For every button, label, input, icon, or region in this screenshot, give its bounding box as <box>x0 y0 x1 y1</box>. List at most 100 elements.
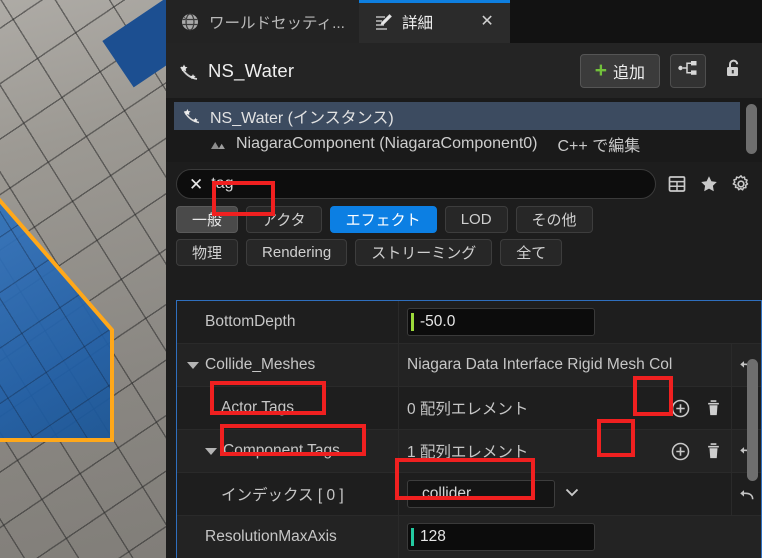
plus-circle-icon[interactable] <box>668 439 692 463</box>
property-value-resolution-max-axis: 128 <box>399 516 761 558</box>
filter-row-primary: 一般 アクタ エフェクト LOD その他 <box>166 206 762 239</box>
page-title: NS_Water <box>208 59 295 81</box>
tree-row-instance-label: NS_Water (インスタンス) <box>210 110 394 127</box>
lock-button[interactable] <box>716 54 750 88</box>
table-row[interactable]: Actor Tags 0 配列エレメント <box>177 387 761 430</box>
filter-chip-general-label: 一般 <box>192 212 223 229</box>
details-header: NS_Water + 追加 <box>166 43 762 98</box>
filter-row-secondary: 物理 Rendering ストリーミング 全て <box>166 239 762 272</box>
filter-chip-misc[interactable]: その他 <box>515 206 593 233</box>
tree-row-instance[interactable]: NS_Water (インスタンス) <box>174 102 740 130</box>
property-name-component-tags[interactable]: Component Tags <box>177 430 399 472</box>
filter-chip-physics-label: 物理 <box>192 245 223 262</box>
actor-tags-count: 0 配列エレメント <box>407 401 529 418</box>
property-name-actor-tags: Actor Tags <box>177 387 399 429</box>
table-view-icon[interactable] <box>666 173 688 195</box>
filter-chip-lod[interactable]: LOD <box>444 206 508 233</box>
filter-chip-effects-label: エフェクト <box>345 212 421 229</box>
tree-row-component-label: NiagaraComponent (NiagaraComponent0) <box>236 135 538 152</box>
component-tags-row-icons <box>668 439 731 463</box>
chevron-down-icon[interactable] <box>205 447 217 455</box>
property-name-bottomdepth: BottomDepth <box>177 301 399 343</box>
search-row: ✕ tag <box>166 162 762 206</box>
table-row[interactable]: BottomDepth -50.0 <box>177 301 761 344</box>
property-label: ResolutionMaxAxis <box>205 528 337 545</box>
property-label: インデックス [ 0 ] <box>221 487 344 504</box>
filter-chip-lod-label: LOD <box>460 211 492 228</box>
search-input[interactable]: ✕ tag <box>176 169 656 199</box>
unlock-icon <box>722 57 744 84</box>
table-row[interactable]: Collide_Meshes Niagara Data Interface Ri… <box>177 344 761 387</box>
component-tags-count: 1 配列エレメント <box>407 444 529 461</box>
trash-icon[interactable] <box>701 396 725 420</box>
filter-chip-physics[interactable]: 物理 <box>176 239 239 266</box>
filter-chip-general[interactable]: 一般 <box>176 206 239 233</box>
actor-tags-row-icons <box>668 396 731 420</box>
filter-chip-all[interactable]: 全て <box>500 239 563 266</box>
filter-chip-actor-label: アクタ <box>262 212 306 229</box>
plus-circle-icon[interactable] <box>668 396 692 420</box>
add-button[interactable]: + 追加 <box>579 53 660 88</box>
chevron-down-icon[interactable] <box>187 361 199 369</box>
collider-tag-value: collider <box>422 485 472 502</box>
table-row[interactable]: Component Tags 1 配列エレメント <box>177 430 761 473</box>
app-window: ワールドセッティ... 詳細 ✕ NS_Water + 追加 NS_Water … <box>0 0 762 558</box>
filter-chip-effects[interactable]: エフェクト <box>329 206 437 233</box>
property-label: Component Tags <box>223 442 340 459</box>
property-label: BottomDepth <box>205 313 296 330</box>
tab-world-settings[interactable]: ワールドセッティ... <box>166 0 359 43</box>
panel-tabbar: ワールドセッティ... 詳細 ✕ <box>166 0 762 43</box>
property-value-component-tags: 1 配列エレメント <box>399 430 731 472</box>
trash-icon[interactable] <box>701 439 725 463</box>
bottomdepth-value: -50.0 <box>420 313 456 330</box>
blueprint-hierarchy-button[interactable] <box>670 53 706 88</box>
table-row[interactable]: インデックス [ 0 ] collider <box>177 473 761 516</box>
globe-icon <box>180 12 200 32</box>
property-name-collide-meshes[interactable]: Collide_Meshes <box>177 344 399 386</box>
property-name-resolution-max-axis: ResolutionMaxAxis <box>177 516 399 558</box>
filter-chip-rendering-label: Rendering <box>262 244 332 261</box>
tab-details[interactable]: 詳細 ✕ <box>359 0 511 43</box>
plus-icon: + <box>594 59 607 82</box>
level-viewport[interactable] <box>0 0 166 558</box>
table-row[interactable]: ResolutionMaxAxis 128 <box>177 516 761 558</box>
tree-row-component[interactable]: NiagaraComponent (NiagaraComponent0) C++… <box>174 130 740 158</box>
close-icon[interactable]: ✕ <box>478 13 496 31</box>
filter-chip-streaming-label: ストリーミング <box>371 245 477 262</box>
filter-chip-actor[interactable]: アクタ <box>246 206 322 233</box>
chevron-down-icon[interactable] <box>563 483 581 505</box>
revert-icon[interactable] <box>731 473 761 515</box>
tab-world-settings-label: ワールドセッティ... <box>209 14 345 32</box>
filter-chip-misc-label: その他 <box>531 212 577 229</box>
tree-row-component-suffix: C++ で編集 <box>557 138 641 155</box>
component-tree[interactable]: NS_Water (インスタンス) NiagaraComponent (Niag… <box>166 98 762 162</box>
filter-chip-streaming[interactable]: ストリーミング <box>355 239 493 266</box>
property-value-actor-tags: 0 配列エレメント <box>399 387 731 429</box>
resolution-max-axis-value: 128 <box>420 528 446 545</box>
property-name-index-0: インデックス [ 0 ] <box>177 473 399 515</box>
tab-details-label: 詳細 <box>402 14 434 32</box>
bottomdepth-input[interactable]: -50.0 <box>407 308 595 336</box>
collider-tag-input[interactable]: collider <box>407 480 555 508</box>
niagara-system-icon <box>178 61 198 81</box>
property-value-bottomdepth: -50.0 <box>399 301 761 343</box>
filter-chip-rendering[interactable]: Rendering <box>246 239 348 266</box>
niagara-system-icon <box>182 106 202 126</box>
resolution-max-axis-input[interactable]: 128 <box>407 523 595 551</box>
search-input-value: tag <box>211 175 234 192</box>
favorites-star-icon[interactable] <box>698 173 720 195</box>
blueprint-hierarchy-icon <box>677 59 699 82</box>
niagara-component-icon <box>208 134 228 154</box>
add-button-label: 追加 <box>612 64 645 82</box>
property-label: Collide_Meshes <box>205 356 316 373</box>
property-list-scrollbar[interactable] <box>747 359 758 481</box>
clear-search-icon[interactable]: ✕ <box>189 176 203 193</box>
filter-chip-all-label: 全て <box>516 245 547 262</box>
details-panel: ワールドセッティ... 詳細 ✕ NS_Water + 追加 NS_Water … <box>166 0 762 558</box>
property-label: Actor Tags <box>221 399 294 416</box>
component-tree-scrollbar[interactable] <box>746 104 757 154</box>
property-list[interactable]: BottomDepth -50.0 Collide_Meshes Niagara… <box>176 300 762 558</box>
collide-meshes-type: Niagara Data Interface Rigid Mesh Col <box>407 356 673 373</box>
settings-gear-icon[interactable] <box>730 173 752 195</box>
details-pencil-icon <box>373 12 393 32</box>
